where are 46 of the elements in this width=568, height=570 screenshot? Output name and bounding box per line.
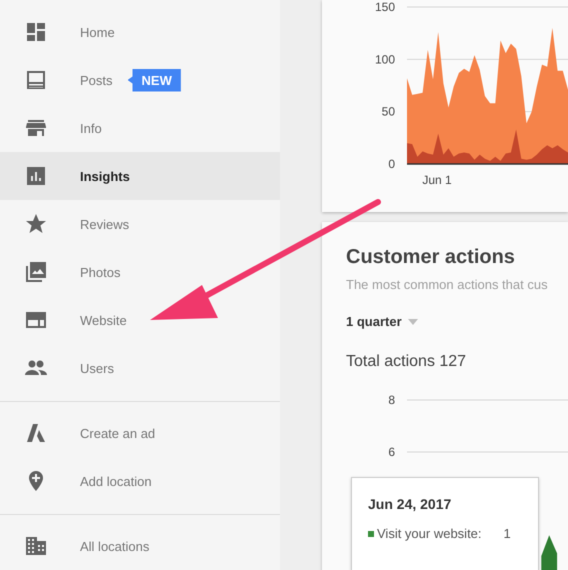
sidebar-item-label: Create an ad bbox=[80, 426, 156, 440]
sidebar-item-label: Users bbox=[80, 360, 114, 376]
sidebar-item-label: Add location bbox=[80, 474, 152, 488]
area-series bbox=[541, 535, 558, 570]
sidebar-item[interactable]: Add location bbox=[0, 457, 280, 505]
posts-icon bbox=[24, 68, 48, 92]
sidebar-item-label: Insights bbox=[80, 168, 130, 184]
date-label: Jun 1 bbox=[422, 173, 452, 187]
sidebar-item-label: Reviews bbox=[80, 216, 130, 232]
bar-chart-icon bbox=[24, 164, 48, 188]
tooltip-date: Jun 24, 2017 bbox=[368, 496, 452, 512]
sidebar-item[interactable]: Reviews bbox=[0, 200, 280, 248]
section-title: Customer actions bbox=[346, 246, 516, 269]
star-icon bbox=[24, 212, 48, 236]
sidebar-item[interactable]: All locations bbox=[0, 522, 280, 570]
sidebar-item-label: Photos bbox=[80, 264, 120, 280]
y-tick-label: 150 bbox=[374, 0, 395, 14]
y-tick-label: 0 bbox=[388, 157, 395, 171]
new-badge: NEW bbox=[128, 68, 181, 92]
buildings-icon bbox=[24, 534, 48, 558]
sidebar-item-label: Info bbox=[80, 120, 102, 136]
sidebar-item[interactable]: Website bbox=[0, 296, 280, 344]
sidebar-item-label: Home bbox=[80, 24, 115, 40]
sidebar-item[interactable]: Create an ad bbox=[0, 409, 280, 457]
y-tick-label: 8 bbox=[388, 393, 395, 407]
sidebar-item-label: Posts bbox=[80, 72, 113, 88]
period-dropdown[interactable]: 1 quarter bbox=[346, 314, 418, 329]
y-tick-label: 100 bbox=[374, 52, 395, 66]
y-tick-label: 6 bbox=[388, 445, 395, 459]
tooltip-value: 1 bbox=[504, 526, 511, 541]
sidebar-item[interactable]: Photos bbox=[0, 248, 280, 296]
caret-icon bbox=[408, 318, 418, 324]
sidebar-item[interactable]: Insights bbox=[0, 152, 280, 200]
sidebar-item[interactable]: Info bbox=[0, 104, 280, 152]
sidebar-item[interactable]: Users bbox=[0, 344, 280, 392]
sidebar-item-label: All locations bbox=[80, 538, 150, 554]
section-description: The most common actions that cus bbox=[346, 277, 549, 292]
ads-logo-icon bbox=[24, 421, 48, 445]
photos-icon bbox=[24, 260, 48, 284]
tooltip-label: Visit your website: bbox=[377, 526, 482, 541]
total-actions: Total actions 127 bbox=[346, 353, 468, 371]
sidebar-item[interactable]: Home bbox=[0, 8, 280, 56]
sidebar-item-label: Website bbox=[80, 312, 127, 328]
sidebar-item[interactable]: Posts NEW bbox=[0, 56, 280, 104]
y-tick-label: 50 bbox=[382, 104, 395, 119]
home-dashboard-icon bbox=[24, 20, 48, 44]
